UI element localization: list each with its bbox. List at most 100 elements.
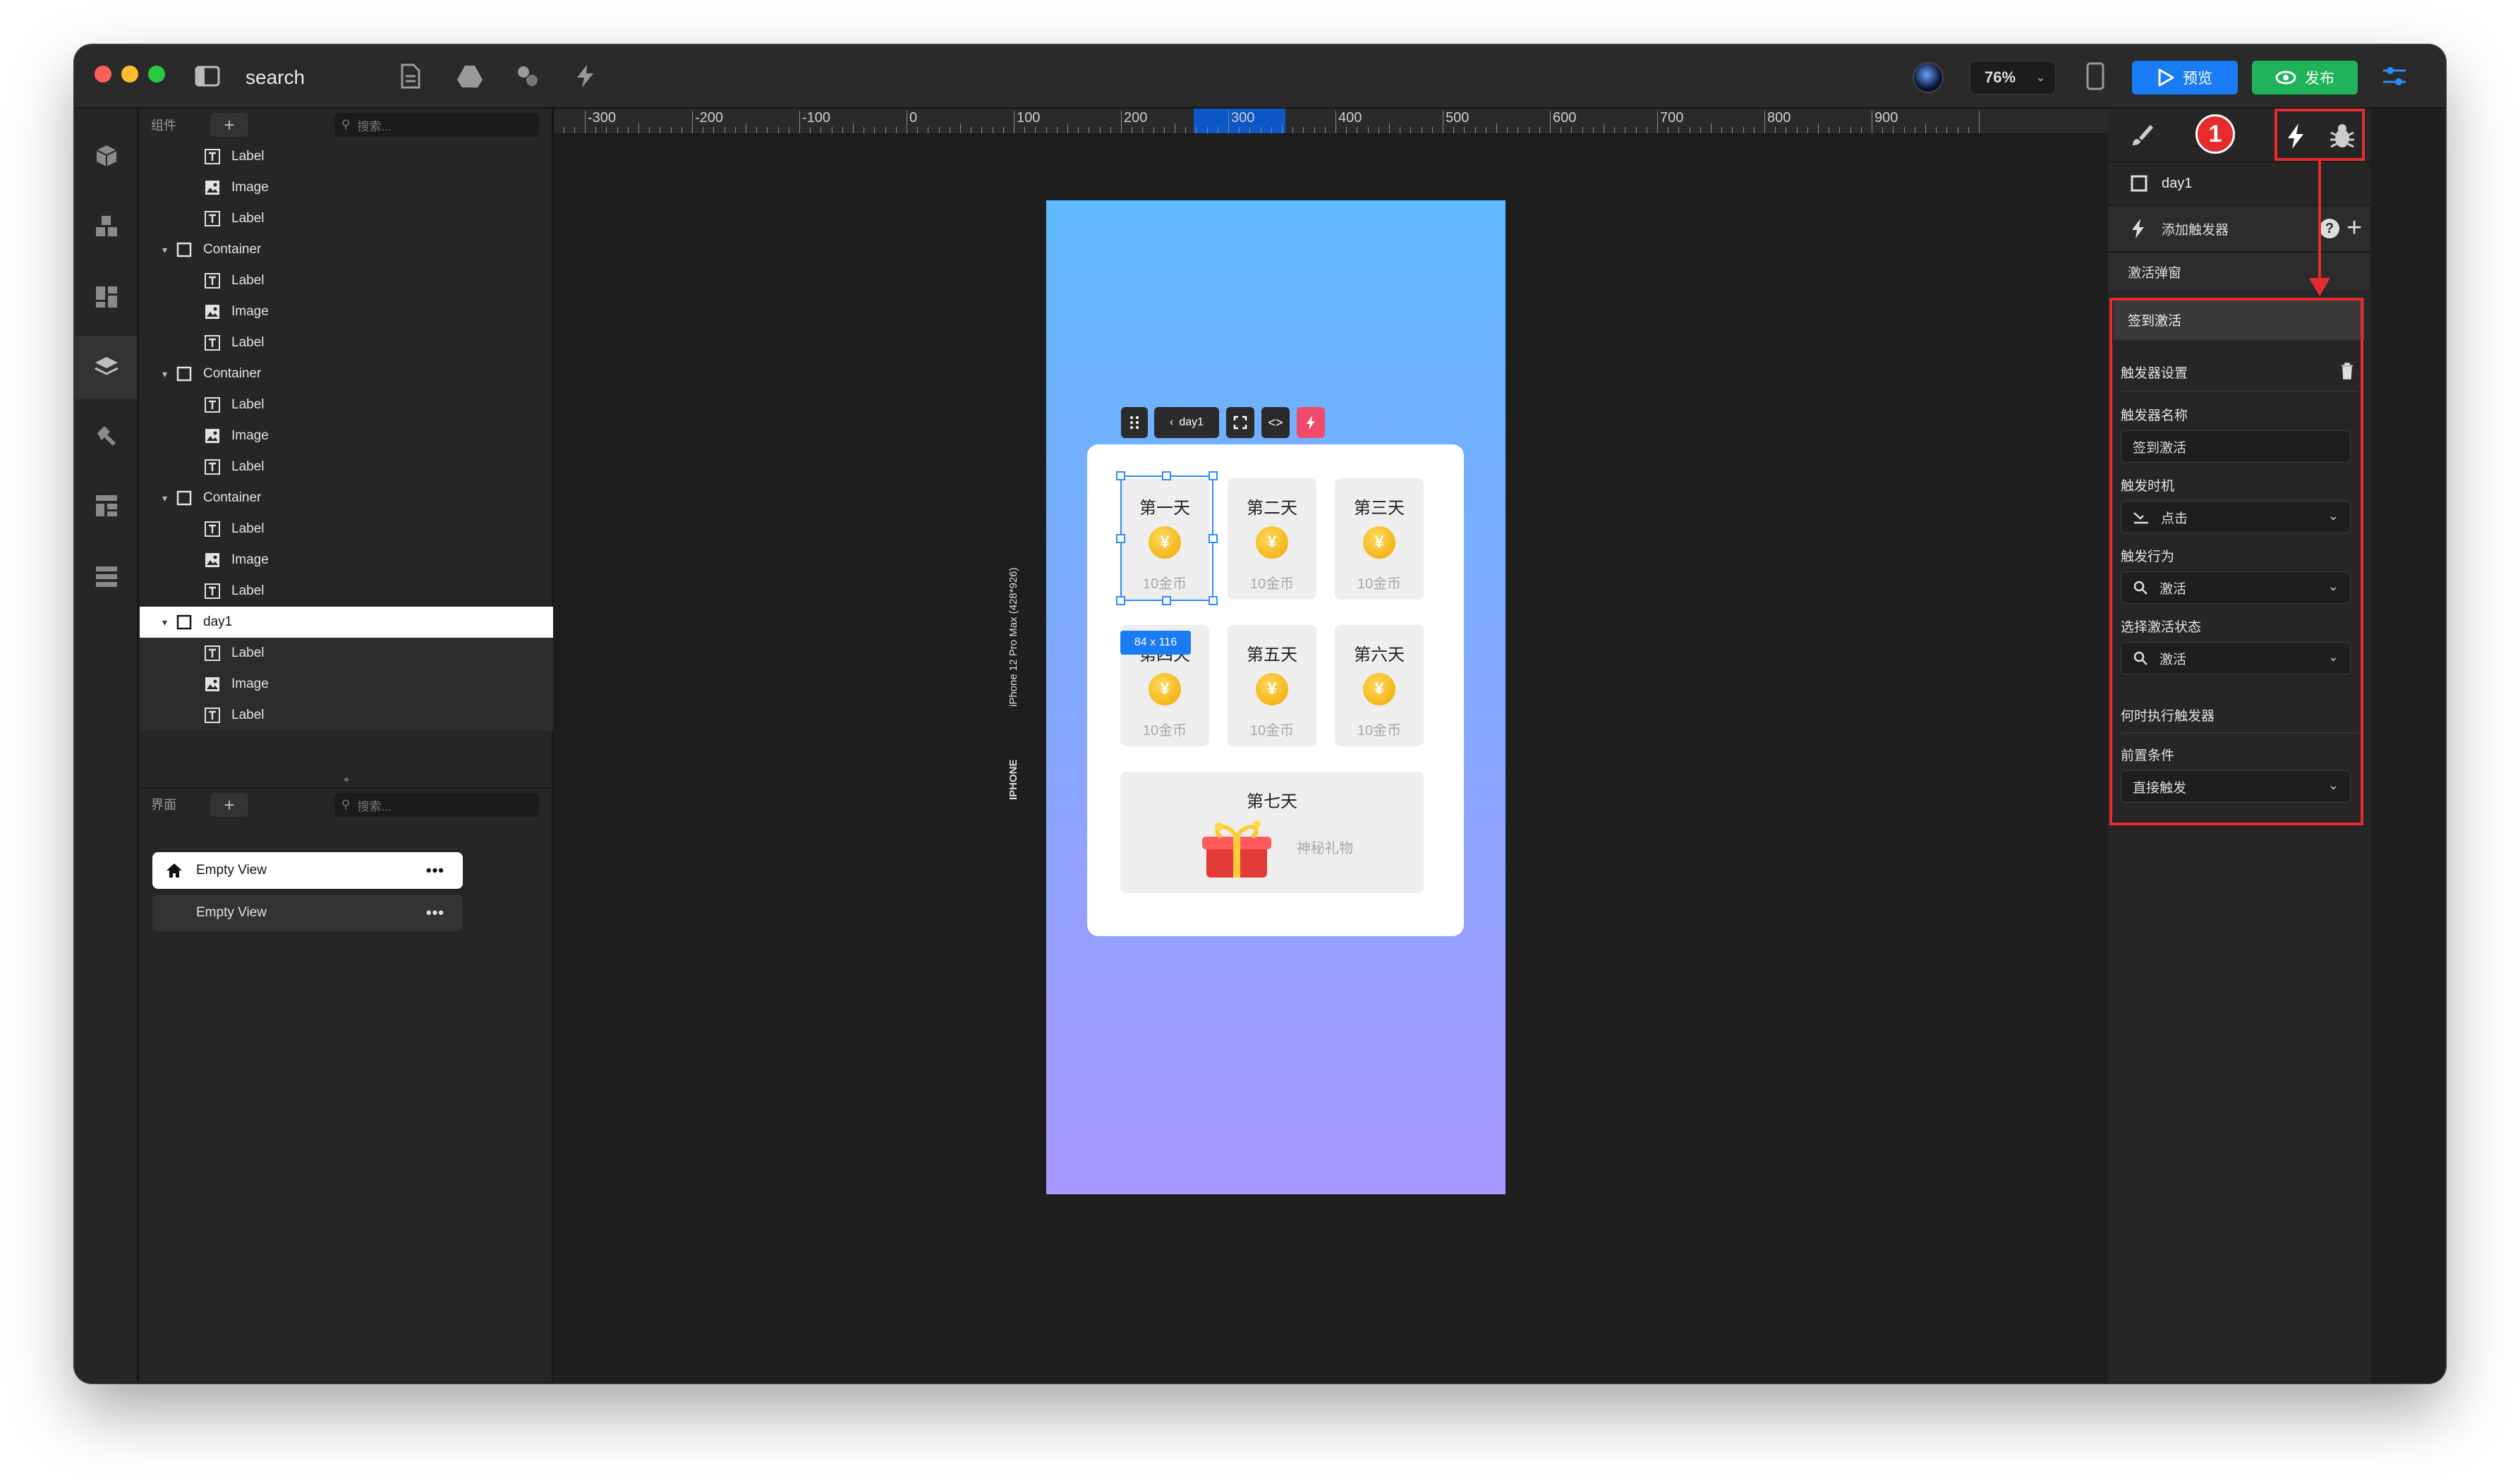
sidebar-toggle-icon[interactable] — [193, 62, 222, 90]
caret-down-icon[interactable]: ▾ — [162, 617, 176, 629]
add-icon[interactable]: + — [2346, 213, 2362, 243]
layer-label: Label — [231, 149, 265, 164]
ruler-tick — [1453, 127, 1455, 133]
ruler-tick — [1474, 127, 1476, 133]
ruler-tick — [1903, 127, 1905, 133]
component-search[interactable]: ⚲ 搜索... — [334, 113, 539, 137]
settings-sliders-icon[interactable] — [2380, 62, 2409, 90]
dashboard-icon[interactable] — [90, 281, 123, 313]
ruler-tick — [1753, 127, 1755, 133]
ruler-tick — [1292, 127, 1294, 133]
resize-handle[interactable] — [1162, 471, 1171, 480]
ruler-tick — [1582, 127, 1583, 133]
layer-row[interactable]: Image — [140, 420, 553, 451]
layer-row[interactable]: Label — [140, 265, 553, 296]
day-reward: 10金币 — [1142, 723, 1187, 739]
device-frame-icon[interactable] — [2081, 62, 2109, 90]
assets-icon[interactable] — [514, 62, 542, 90]
view-search[interactable]: ⚲ 搜索... — [334, 793, 539, 817]
layer-row[interactable]: Label — [140, 576, 553, 607]
minimize-window-button[interactable] — [121, 66, 138, 83]
layer-row[interactable]: ▾ Container — [140, 358, 553, 389]
caret-down-icon[interactable]: ▾ — [162, 244, 176, 256]
ruler-tick — [1775, 127, 1776, 133]
more-icon[interactable]: ••• — [426, 861, 444, 880]
ruler-label: 400 — [1338, 110, 1362, 126]
coin-icon: ¥ — [1363, 673, 1395, 705]
resize-handle[interactable] — [1208, 471, 1218, 480]
style-tab[interactable] — [2129, 123, 2155, 152]
resize-handle[interactable] — [1116, 596, 1125, 605]
resize-handle[interactable] — [1208, 596, 1218, 605]
coin-icon: ¥ — [1256, 673, 1288, 705]
ruler-tick — [670, 127, 672, 133]
day-card[interactable]: 第六天 ¥10金币 — [1335, 625, 1424, 746]
view-item[interactable]: Empty View ••• — [152, 852, 463, 889]
preview-button[interactable]: 预览 — [2132, 61, 2238, 95]
ruler-tick — [1185, 127, 1187, 133]
day-reward: 10金币 — [1357, 576, 1402, 592]
layer-row[interactable]: Label — [140, 638, 553, 669]
trigger-button[interactable] — [1297, 407, 1325, 438]
layer-row[interactable]: Image — [140, 545, 553, 576]
caret-down-icon[interactable]: ▾ — [162, 492, 176, 504]
lightning-swap-icon[interactable] — [571, 62, 600, 90]
layer-row[interactable]: Image — [140, 172, 553, 203]
template-icon[interactable] — [90, 490, 123, 522]
layer-row[interactable]: Label — [140, 451, 553, 483]
caret-down-icon[interactable]: ▾ — [162, 368, 176, 380]
document-icon[interactable] — [396, 62, 425, 90]
chevron-left-icon: ‹ — [1169, 416, 1174, 428]
view-item[interactable]: Empty View ••• — [152, 894, 463, 931]
hammer-icon[interactable] — [90, 419, 123, 451]
add-component-button[interactable]: + — [210, 113, 248, 137]
code-button[interactable]: <> — [1261, 407, 1290, 438]
ruler-tick — [1303, 127, 1304, 133]
ruler-tick — [1807, 127, 1808, 133]
publish-button[interactable]: 发布 — [2252, 61, 2358, 95]
resize-handle[interactable] — [140, 777, 553, 786]
more-icon[interactable]: ••• — [426, 904, 444, 922]
layers-tab-active[interactable] — [75, 336, 137, 399]
day-card[interactable]: 第五天 ¥10金币 — [1228, 625, 1316, 746]
ruler-tick — [1099, 127, 1101, 133]
resize-handle[interactable] — [1162, 596, 1171, 605]
boxes-icon[interactable] — [90, 210, 123, 243]
layer-row[interactable]: ▾ day1 — [140, 607, 553, 638]
layer-row[interactable]: Label — [140, 327, 553, 358]
day-card[interactable]: 第三天 ¥10金币 — [1335, 478, 1424, 600]
text-icon — [205, 583, 220, 599]
close-window-button[interactable] — [95, 66, 111, 83]
day7-card[interactable]: 第七天 神秘礼物 — [1120, 772, 1424, 893]
layer-row[interactable]: Label — [140, 700, 553, 731]
layer-row[interactable]: ▾ Container — [140, 483, 553, 514]
layer-row[interactable]: ▾ Container — [140, 234, 553, 265]
day-card[interactable]: 第二天 ¥10金币 — [1228, 478, 1316, 600]
zoom-select[interactable]: 76% ⌄ — [1970, 61, 2056, 95]
resize-handle[interactable] — [1116, 534, 1125, 543]
resize-handle[interactable] — [1116, 471, 1125, 480]
resize-handle[interactable] — [1208, 534, 1218, 543]
drag-handle[interactable] — [1121, 407, 1148, 438]
drive-icon[interactable] — [456, 62, 484, 90]
layer-label: Label — [231, 459, 265, 474]
ruler-tick — [1110, 127, 1111, 133]
layer-row[interactable]: Image — [140, 296, 553, 327]
component-name-chip[interactable]: ‹ day1 — [1154, 407, 1219, 438]
list-icon[interactable] — [90, 560, 123, 593]
add-trigger-row[interactable]: 添加触发器 ? + — [2108, 206, 2370, 251]
views-label: 界面 — [151, 798, 176, 812]
horizontal-ruler[interactable]: -500-400-300-200-10001002003004005006007… — [555, 109, 2183, 134]
maximize-window-button[interactable] — [148, 66, 165, 83]
layer-row[interactable]: Image — [140, 669, 553, 700]
avatar[interactable] — [1913, 62, 1944, 93]
layer-row[interactable]: Label — [140, 203, 553, 234]
cube-icon[interactable] — [90, 140, 123, 172]
help-icon[interactable]: ? — [2320, 219, 2339, 238]
layer-row[interactable]: Label — [140, 141, 553, 172]
ruler-tick — [1142, 127, 1144, 133]
add-view-button[interactable]: + — [210, 793, 248, 817]
layer-row[interactable]: Label — [140, 514, 553, 545]
layer-row[interactable]: Label — [140, 389, 553, 420]
fullscreen-button[interactable] — [1226, 407, 1254, 438]
